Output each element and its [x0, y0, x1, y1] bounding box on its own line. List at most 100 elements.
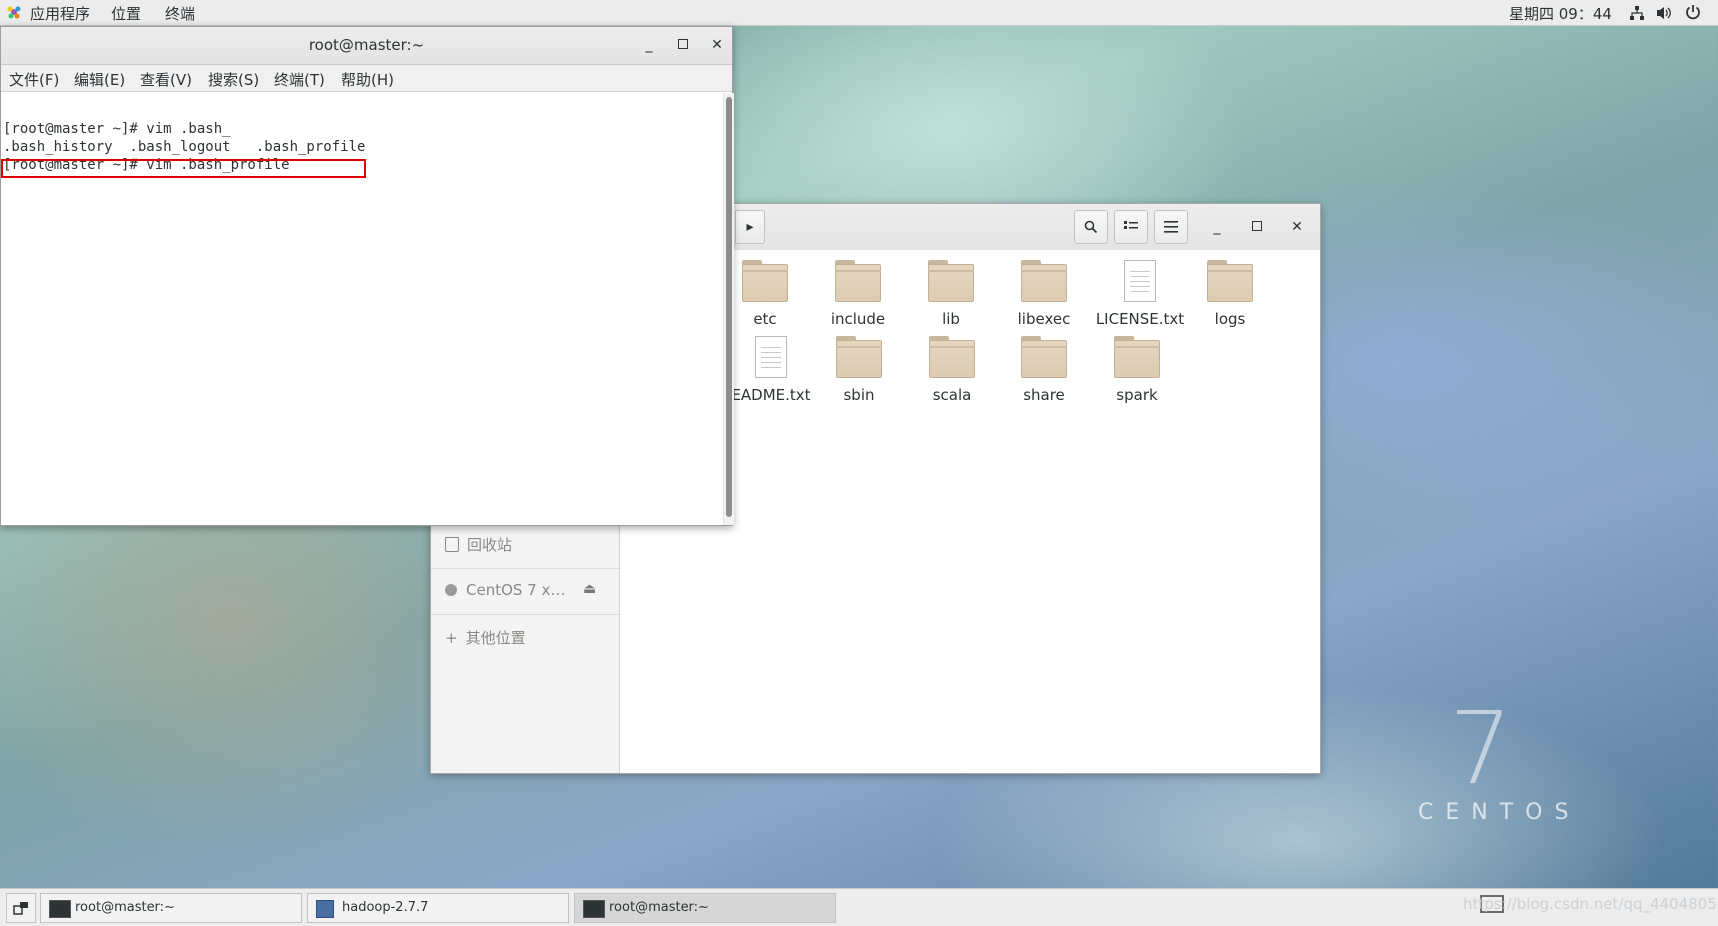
sidebar-item-centos-media[interactable]: CentOS 7 x…	[445, 581, 565, 599]
menu-file[interactable]: 文件(F)	[9, 69, 59, 90]
maximize-icon	[1252, 221, 1262, 231]
file-item-logs[interactable]: logs	[1185, 260, 1275, 328]
menu-button[interactable]	[1154, 210, 1188, 244]
sidebar-item-trash[interactable]: 回收站	[445, 534, 512, 555]
file-name: EADME.txt	[731, 386, 811, 404]
taskbar-item-terminal-1[interactable]: root@master:~	[40, 893, 302, 923]
file-name: spark	[1116, 386, 1158, 404]
search-icon	[1084, 220, 1098, 234]
eject-icon[interactable]: ⏏	[583, 581, 596, 597]
menu-search[interactable]: 搜索(S)	[208, 69, 259, 90]
highlight-box	[1, 159, 366, 178]
file-item-spark[interactable]: spark	[1092, 336, 1182, 404]
menu-terminal[interactable]: 终端(T)	[274, 69, 325, 90]
terminal-icon	[583, 900, 605, 918]
terminal-titlebar[interactable]: root@master:~ _ ✕	[1, 27, 732, 65]
file-item-readme[interactable]: EADME.txt	[726, 336, 816, 404]
window-title: root@master:~	[308, 36, 425, 54]
trash-icon	[445, 537, 459, 552]
top-panel: 应用程序 位置 终端 星期四 09：44	[0, 0, 1718, 26]
centos-logo-text: CENTOS	[1418, 800, 1581, 825]
show-desktop-button[interactable]	[6, 893, 36, 923]
hamburger-icon	[1164, 221, 1178, 233]
fm-close-button[interactable]: ✕	[1285, 215, 1309, 239]
file-cabinet-icon	[316, 900, 334, 918]
terminal-icon	[49, 900, 71, 918]
list-view-icon	[1124, 221, 1138, 229]
sidebar-divider	[431, 614, 619, 615]
taskbar-item-file-manager[interactable]: hadoop-2.7.7	[307, 893, 569, 923]
search-button[interactable]	[1074, 210, 1108, 244]
menu-view[interactable]: 查看(V)	[140, 69, 192, 90]
watermark: https://blog.csdn.net/qq_44048053	[1463, 895, 1718, 913]
terminal-scrollbar[interactable]	[723, 93, 734, 525]
menu-edit[interactable]: 编辑(E)	[74, 69, 125, 90]
minimize-icon: _	[645, 37, 653, 53]
file-item-lib[interactable]: lib	[906, 260, 996, 328]
taskbar-item-terminal-2[interactable]: root@master:~	[574, 893, 836, 923]
terminal-app-menu[interactable]: 终端	[165, 3, 195, 24]
terminal-minimize-button[interactable]: _	[637, 33, 661, 57]
applications-menu[interactable]: 应用程序	[30, 3, 90, 24]
terminal-close-button[interactable]: ✕	[705, 33, 729, 57]
plus-icon: +	[445, 629, 458, 647]
fm-minimize-button[interactable]: _	[1205, 215, 1229, 239]
terminal-output[interactable]: [root@master ~]# vim .bash_ .bash_histor…	[1, 93, 723, 525]
folder-icon	[1207, 260, 1253, 302]
file-name: sbin	[843, 386, 875, 404]
minimize-icon: _	[1213, 219, 1221, 235]
file-name: logs	[1214, 310, 1246, 328]
power-icon[interactable]	[1685, 4, 1701, 24]
workspace-icon	[13, 902, 28, 915]
file-item-sbin[interactable]: sbin	[814, 336, 904, 404]
folder-icon	[836, 336, 882, 378]
close-icon: ✕	[1291, 219, 1303, 235]
file-name: share	[1023, 386, 1065, 404]
network-icon[interactable]	[1629, 5, 1645, 25]
terminal-window: root@master:~ _ ✕ 文件(F) 编辑(E) 查看(V) 搜索(S…	[0, 26, 734, 526]
sidebar-item-label: CentOS 7 x…	[466, 581, 566, 599]
scrollbar-thumb[interactable]	[726, 97, 732, 517]
volume-icon[interactable]	[1656, 5, 1673, 25]
file-item-share[interactable]: share	[999, 336, 1089, 404]
folder-icon	[835, 260, 881, 302]
disc-icon	[445, 584, 457, 596]
taskbar-item-label: root@master:~	[609, 900, 709, 915]
terminal-line: .bash_history .bash_logout .bash_profile	[3, 139, 366, 155]
taskbar: root@master:~ hadoop-2.7.7 root@master:~	[0, 888, 1718, 926]
terminal-maximize-button[interactable]	[671, 33, 695, 57]
close-icon: ✕	[711, 37, 723, 53]
menu-help[interactable]: 帮助(H)	[341, 69, 394, 90]
forward-button[interactable]: ▸	[735, 210, 765, 244]
file-item-include[interactable]: include	[813, 260, 903, 328]
maximize-icon	[678, 39, 688, 49]
taskbar-item-label: hadoop-2.7.7	[342, 900, 429, 915]
terminal-menubar: 文件(F) 编辑(E) 查看(V) 搜索(S) 终端(T) 帮助(H)	[1, 65, 732, 92]
folder-icon	[1021, 336, 1067, 378]
folder-icon	[929, 336, 975, 378]
folder-icon	[742, 260, 788, 302]
clock[interactable]: 星期四 09：44	[1509, 3, 1612, 24]
folder-icon	[928, 260, 974, 302]
terminal-line: [root@master ~]# vim .bash_	[3, 121, 231, 137]
file-item-libexec[interactable]: libexec	[999, 260, 1089, 328]
sidebar-item-label: 其他位置	[465, 629, 526, 647]
fm-maximize-button[interactable]	[1245, 215, 1269, 239]
text-file-icon	[755, 336, 787, 378]
file-name: lib	[942, 310, 960, 328]
taskbar-item-label: root@master:~	[75, 900, 175, 915]
folder-icon	[1114, 336, 1160, 378]
sidebar-item-other-locations[interactable]: + 其他位置	[445, 627, 526, 648]
centos-logo-number: 7	[1449, 690, 1513, 807]
view-toggle-button[interactable]	[1114, 210, 1148, 244]
places-menu[interactable]: 位置	[111, 3, 141, 24]
sidebar-item-label: 回收站	[467, 536, 513, 554]
applications-icon[interactable]	[6, 4, 22, 24]
file-item-license[interactable]: LICENSE.txt	[1095, 260, 1185, 328]
file-item-scala[interactable]: scala	[907, 336, 997, 404]
sidebar-divider	[431, 568, 619, 569]
file-name: LICENSE.txt	[1095, 310, 1185, 328]
file-name: libexec	[1017, 310, 1071, 328]
chevron-right-icon: ▸	[746, 219, 754, 235]
file-name: scala	[932, 386, 972, 404]
